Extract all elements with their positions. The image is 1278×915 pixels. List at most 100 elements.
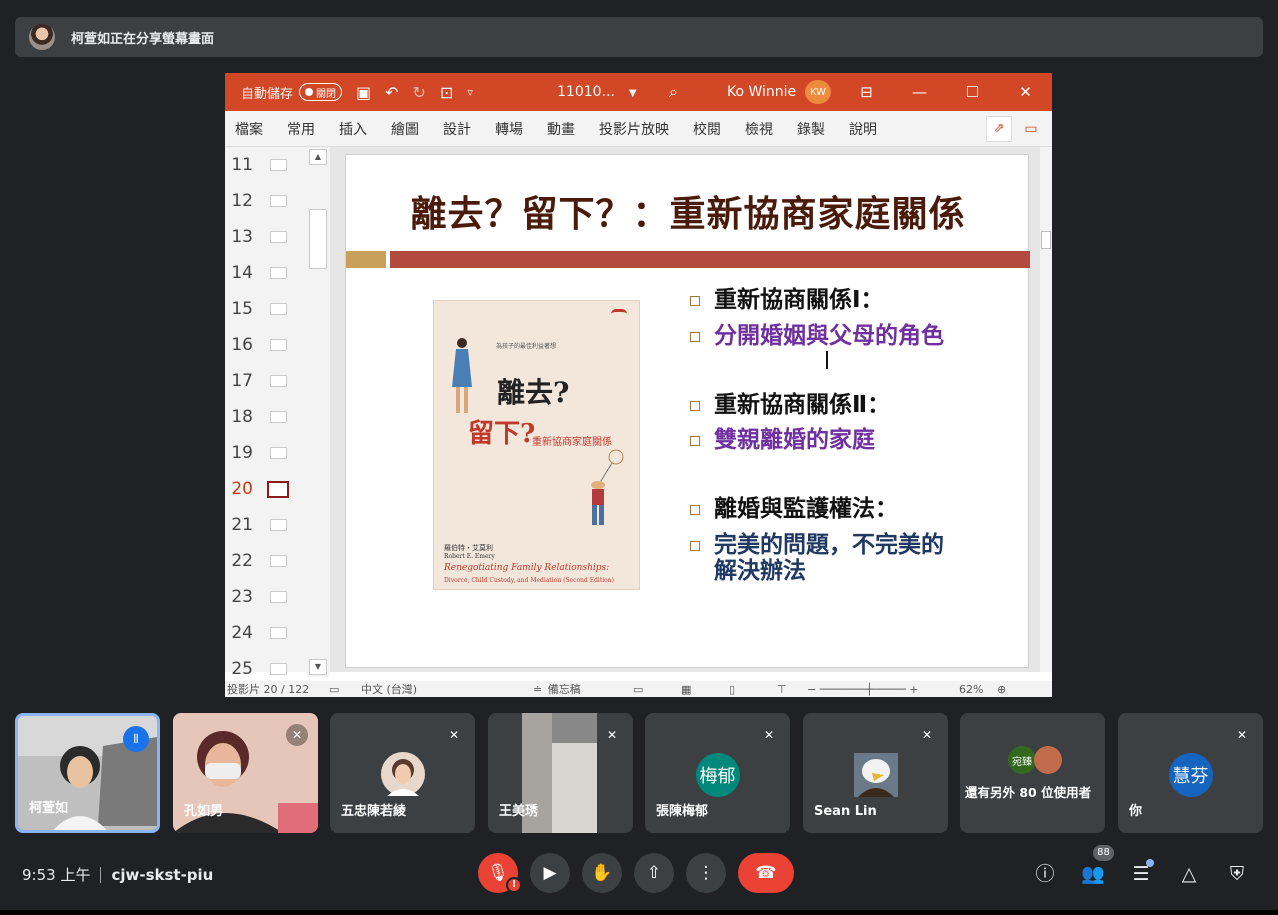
slide-title[interactable]: 離去？留下？：重新協商家庭關係	[346, 185, 1030, 237]
zoom-level[interactable]: 62%	[959, 683, 995, 696]
slide-number: 22	[231, 551, 253, 571]
accessibility-icon[interactable]: ▭	[329, 683, 351, 696]
bullet-item: 分開婚姻與父母的角色	[690, 323, 950, 349]
tab-home[interactable]: 常用	[287, 119, 315, 139]
presenter-avatar	[29, 24, 55, 50]
file-name[interactable]: 11010... ▼	[557, 84, 637, 100]
customize-qat-icon[interactable]: ▿	[467, 86, 473, 99]
share-icon[interactable]: ⇗	[986, 116, 1012, 142]
slideshow-view-icon[interactable]: ⊤	[777, 683, 805, 696]
tab-slideshow[interactable]: 投影片放映	[599, 119, 669, 139]
user-avatar[interactable]: KW	[805, 80, 831, 104]
participant-avatar-photo	[1034, 746, 1062, 774]
raise-hand-icon[interactable]: ✋	[582, 853, 622, 893]
title-divider-bar	[390, 251, 1030, 268]
tab-insert[interactable]: 插入	[339, 119, 367, 139]
tab-file[interactable]: 檔案	[235, 119, 263, 139]
self-tile[interactable]: 慧芬 ✕ 你	[1118, 713, 1263, 833]
close-icon[interactable]: ✕	[999, 73, 1052, 111]
save-icon[interactable]: ▣	[356, 83, 371, 102]
ribbon-display-icon[interactable]: ⊟	[840, 73, 893, 111]
thumbnail-scrollbar[interactable]: ▲ ▼	[307, 147, 329, 677]
scroll-thumb[interactable]	[309, 209, 327, 269]
scroll-down-icon[interactable]: ▼	[309, 659, 327, 675]
camera-icon[interactable]: ▶	[530, 853, 570, 893]
chat-notification-dot	[1146, 859, 1154, 867]
bullet-square-icon	[690, 541, 700, 551]
language-indicator[interactable]: 中文 (台灣)	[361, 681, 529, 697]
bullet-square-icon	[690, 296, 700, 306]
bullet-square-icon	[690, 332, 700, 342]
tab-draw[interactable]: 繪圖	[391, 119, 419, 139]
screen-share-text: 柯萱如正在分享螢幕畫面	[71, 31, 215, 47]
notes-button[interactable]: ≐ 備忘稿	[531, 681, 631, 697]
participant-tile[interactable]: ✕ Sean Lin	[803, 713, 948, 833]
present-screen-icon[interactable]: ⇧	[634, 853, 674, 893]
participant-tile[interactable]: ⦀ 柯萱如	[15, 713, 160, 833]
tab-review[interactable]: 校閱	[693, 119, 721, 139]
autosave-toggle[interactable]: 關閉	[299, 83, 343, 101]
mic-off-icon: ✕	[1236, 728, 1248, 742]
more-options-icon[interactable]: ⋮	[686, 853, 726, 893]
slide-number: 13	[231, 227, 253, 247]
participant-overflow-tile[interactable]: 宛臻 還有另外 80 位使用者	[960, 713, 1105, 833]
slide[interactable]: 離去？留下？：重新協商家庭關係 為孩子的最佳利益著想 離去? 留下? 重新協商家…	[345, 154, 1030, 668]
slide-thumbnail-image	[270, 519, 287, 531]
comment-icon[interactable]: ▭	[1018, 116, 1044, 142]
participant-tile[interactable]: 梅郁 ✕ 張陳梅郁	[645, 713, 790, 833]
activities-icon[interactable]: △	[1175, 860, 1203, 888]
bullet-list[interactable]: 重新協商關係Ⅰ： 分開婚姻與父母的角色 重新協商關係Ⅱ： 雙親離婚的家庭 離婚與…	[690, 287, 950, 584]
participant-name: 柯萱如	[29, 801, 69, 816]
zoom-slider[interactable]: − ───────┼───── +	[807, 683, 957, 696]
tab-transitions[interactable]: 轉場	[495, 119, 523, 139]
tab-animations[interactable]: 動畫	[547, 119, 575, 139]
fit-slide-icon[interactable]: ⊕	[997, 683, 1006, 696]
participant-tile[interactable]: ✕ 王美琇	[488, 713, 633, 833]
file-name-text: 11010...	[557, 84, 615, 100]
redo-icon[interactable]: ↻	[413, 83, 426, 102]
status-bar: 投影片 20 / 122 ▭ 中文 (台灣) ≐ 備忘稿 ▭ ▦ ▯ ⊤ − ─…	[225, 681, 1052, 697]
tab-record[interactable]: 錄製	[797, 119, 825, 139]
slide-thumbnail-image	[270, 663, 287, 675]
slide-thumbnail-image	[270, 411, 287, 423]
minimize-icon[interactable]: —	[893, 73, 946, 111]
bullet-text: 重新協商關係Ⅰ：	[714, 287, 884, 313]
slide-scrollbar[interactable]	[1040, 147, 1052, 672]
scroll-up-icon[interactable]: ▲	[309, 149, 327, 165]
maximize-icon[interactable]: ☐	[946, 73, 999, 111]
hang-up-icon[interactable]: ☎	[738, 853, 794, 893]
user-name[interactable]: Ko Winnie	[727, 84, 796, 100]
participant-avatar: 梅郁	[695, 753, 740, 797]
slide-thumbnail-image	[270, 159, 287, 171]
undo-icon[interactable]: ↶	[385, 83, 398, 102]
search-icon[interactable]: ⌕	[669, 82, 678, 102]
reading-view-icon[interactable]: ▯	[729, 683, 775, 696]
present-icon[interactable]: ⊡	[440, 83, 453, 102]
people-icon[interactable]: 👥	[1079, 860, 1107, 888]
slide-number: 11	[231, 155, 253, 175]
book-subtitle: 重新協商家庭關係	[532, 437, 612, 448]
host-controls-icon[interactable]: ⛨	[1223, 860, 1251, 888]
participant-avatar: 宛臻	[1008, 746, 1036, 774]
normal-view-icon[interactable]: ▭	[633, 683, 679, 696]
publisher-logo	[611, 309, 627, 319]
info-icon[interactable]: ⓘ	[1031, 860, 1059, 888]
bullet-square-icon	[690, 436, 700, 446]
slide-thumbnail-image	[270, 303, 287, 315]
participant-tile[interactable]: ✕ 孔如男	[173, 713, 318, 833]
powerpoint-window: 自動儲存 關閉 ▣ ↶ ↻ ⊡ ▿ 11010... ▼ ⌕ Ko Winnie …	[225, 73, 1052, 697]
slide-thumbnail-image	[270, 195, 287, 207]
participant-tile[interactable]: ✕ 五忠陳若綾	[330, 713, 475, 833]
scroll-thumb[interactable]	[1041, 231, 1051, 249]
participant-name: 張陳梅郁	[656, 804, 709, 819]
tab-design[interactable]: 設計	[443, 119, 471, 139]
bullet-text: 雙親離婚的家庭	[714, 427, 875, 453]
tab-help[interactable]: 說明	[849, 119, 877, 139]
tab-view[interactable]: 檢視	[745, 119, 773, 139]
author-chinese: 羅伯特・艾莫利	[444, 544, 493, 552]
bullet-item: 重新協商關係Ⅱ：	[690, 392, 950, 418]
book-cover-image[interactable]: 為孩子的最佳利益著想 離去? 留下? 重新協商家庭關係 羅伯特・艾莫利 Robe…	[433, 300, 640, 590]
warning-icon: !	[506, 877, 522, 893]
participant-avatar: 慧芬	[1168, 753, 1213, 797]
slide-sorter-icon[interactable]: ▦	[681, 683, 727, 696]
